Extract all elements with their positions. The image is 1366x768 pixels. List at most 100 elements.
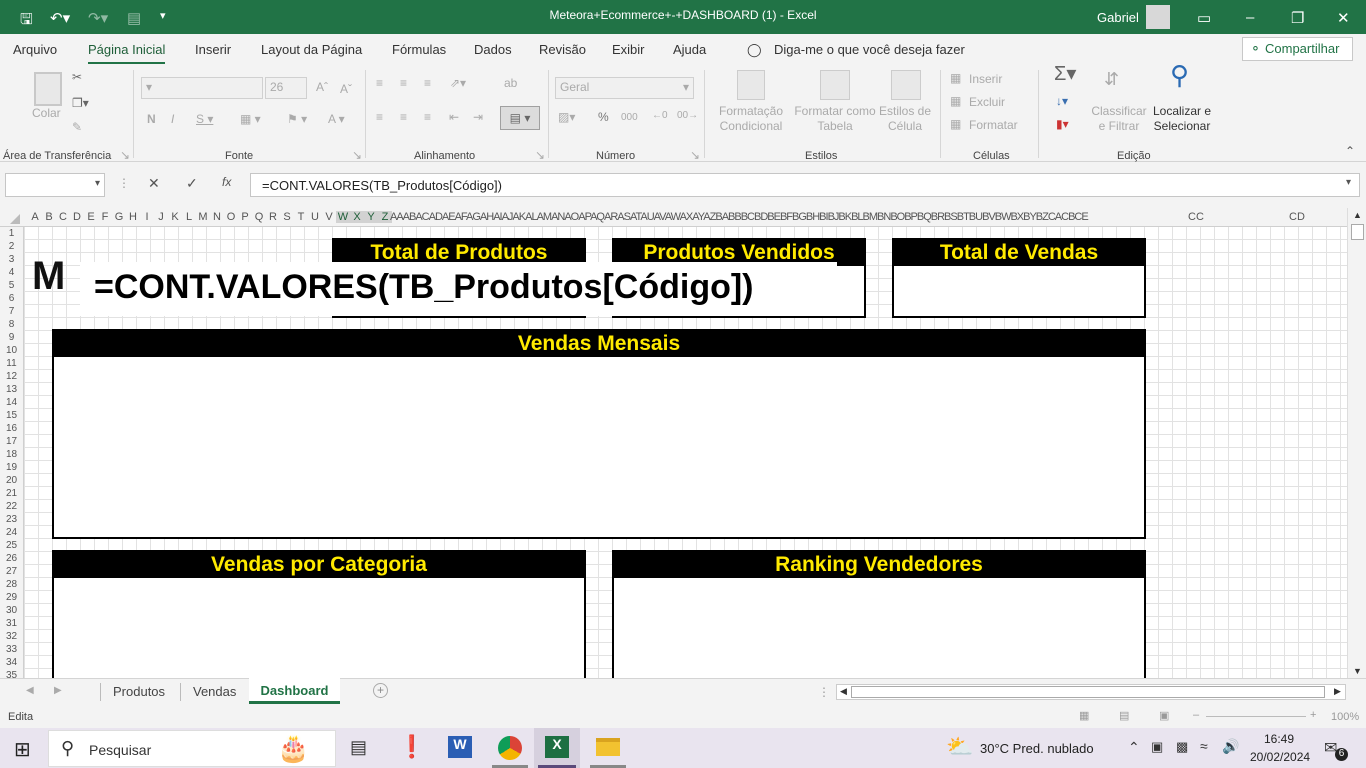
- row-header[interactable]: 26: [0, 552, 23, 565]
- align-bottom-icon[interactable]: ≡: [424, 76, 431, 91]
- word-icon[interactable]: W: [448, 736, 472, 758]
- alignment-launcher-icon[interactable]: ↘: [535, 148, 545, 163]
- column-header[interactable]: K: [168, 211, 182, 223]
- row-header[interactable]: 35: [0, 669, 23, 678]
- weather-icon[interactable]: ⛅: [946, 734, 973, 760]
- show-hidden-icons[interactable]: ⌃: [1128, 739, 1140, 756]
- row-header[interactable]: 22: [0, 500, 23, 513]
- delete-cells-icon[interactable]: ▦: [950, 94, 961, 109]
- percent-icon[interactable]: %: [598, 110, 609, 125]
- currency-icon[interactable]: ▨▾: [558, 110, 575, 125]
- hscroll-left-icon[interactable]: ◀: [840, 686, 847, 697]
- row-header[interactable]: 18: [0, 448, 23, 461]
- column-header[interactable]: R: [266, 211, 280, 223]
- row-header[interactable]: 14: [0, 396, 23, 409]
- row-header[interactable]: 9: [0, 331, 23, 344]
- next-sheet-icon[interactable]: ▶: [54, 685, 62, 696]
- vertical-scrollbar[interactable]: ▲ ▼: [1347, 208, 1366, 678]
- task-view-icon[interactable]: ▤: [350, 737, 367, 758]
- column-header[interactable]: T: [294, 211, 308, 223]
- italic-icon[interactable]: I: [171, 112, 174, 127]
- meet-icon[interactable]: ▩: [1176, 739, 1188, 755]
- orientation-icon[interactable]: ⇗▾: [450, 76, 466, 91]
- merge-center-icon[interactable]: ▤ ▾: [500, 106, 540, 130]
- clock-time[interactable]: 16:49: [1264, 732, 1294, 746]
- column-header[interactable]: F: [98, 211, 112, 223]
- font-launcher-icon[interactable]: ↘: [352, 148, 362, 163]
- volume-icon[interactable]: 🔊: [1222, 738, 1239, 755]
- tab-layout[interactable]: Layout da Página: [261, 42, 362, 57]
- card-vendas-mensais[interactable]: Vendas Mensais: [52, 329, 1146, 539]
- column-header[interactable]: H: [126, 211, 140, 223]
- row-header[interactable]: 19: [0, 461, 23, 474]
- align-middle-icon[interactable]: ≡: [400, 76, 407, 91]
- add-sheet-icon[interactable]: +: [373, 683, 388, 698]
- scroll-up-icon[interactable]: ▲: [1353, 210, 1362, 220]
- sheet-tab-vendas[interactable]: Vendas: [193, 684, 236, 699]
- close-icon[interactable]: ✕: [1337, 9, 1350, 27]
- expand-formula-icon[interactable]: ▾: [1346, 177, 1351, 188]
- file-explorer-icon[interactable]: [596, 738, 620, 756]
- row-header[interactable]: 29: [0, 591, 23, 604]
- row-header[interactable]: 20: [0, 474, 23, 487]
- chrome-icon[interactable]: [498, 736, 522, 760]
- number-format-select[interactable]: Geral ▾: [555, 77, 694, 99]
- grow-font-icon[interactable]: Aˆ: [316, 80, 328, 95]
- column-header[interactable]: I: [140, 211, 154, 223]
- cell-styles-button[interactable]: Estilos de Célula: [876, 104, 934, 134]
- scroll-thumb[interactable]: [1351, 224, 1364, 240]
- share-button[interactable]: ⚬ Compartilhar: [1242, 37, 1353, 61]
- conditional-format-icon[interactable]: [737, 70, 765, 100]
- sheet-tab-dashboard[interactable]: Dashboard: [249, 678, 340, 704]
- column-header-cc[interactable]: CC: [1188, 211, 1204, 223]
- delete-cells-button[interactable]: Excluir: [969, 95, 1005, 110]
- row-header[interactable]: 4: [0, 266, 23, 279]
- insert-cells-button[interactable]: Inserir: [969, 72, 1002, 87]
- align-center-icon[interactable]: ≡: [400, 110, 407, 125]
- card-ranking-vendedores[interactable]: Ranking Vendedores: [612, 550, 1146, 678]
- tab-dados[interactable]: Dados: [474, 42, 512, 57]
- page-break-icon[interactable]: ▣: [1159, 709, 1169, 722]
- taskbar-search[interactable]: ⚲ Pesquisar 🎂: [48, 730, 336, 767]
- row-header[interactable]: 32: [0, 630, 23, 643]
- scroll-down-icon[interactable]: ▼: [1353, 666, 1362, 676]
- cut-icon[interactable]: ✂: [72, 70, 82, 85]
- column-headers[interactable]: ABCDEFGHIJKLMNOPQRSTUVWXYZ AAABACADAEAFA…: [0, 208, 1347, 227]
- column-header[interactable]: U: [308, 211, 322, 223]
- row-header[interactable]: 24: [0, 526, 23, 539]
- hscroll-thumb[interactable]: [851, 686, 1325, 698]
- restore-icon[interactable]: ❐: [1291, 9, 1304, 27]
- increase-decimal-icon[interactable]: ←0: [652, 108, 668, 123]
- name-box-dropdown-icon[interactable]: ▾: [95, 178, 100, 189]
- increase-indent-icon[interactable]: ⇥: [473, 110, 483, 125]
- fill-color-icon[interactable]: ⚑ ▾: [287, 112, 307, 127]
- tell-me-search[interactable]: Diga-me o que você deseja fazer: [774, 42, 965, 57]
- row-header[interactable]: 10: [0, 344, 23, 357]
- column-header[interactable]: B: [42, 211, 56, 223]
- zoom-in-icon[interactable]: +: [1310, 709, 1316, 721]
- name-box[interactable]: ▾: [5, 173, 105, 197]
- number-launcher-icon[interactable]: ↘: [690, 148, 700, 163]
- row-header[interactable]: 13: [0, 383, 23, 396]
- zoom-slider[interactable]: [1206, 716, 1306, 717]
- row-header[interactable]: 23: [0, 513, 23, 526]
- column-header[interactable]: J: [154, 211, 168, 223]
- format-cells-icon[interactable]: ▦: [950, 117, 961, 132]
- row-header[interactable]: 1: [0, 227, 23, 240]
- tab-formulas[interactable]: Fórmulas: [392, 42, 446, 57]
- conditional-format-button[interactable]: Formatação Condicional: [710, 104, 792, 134]
- row-header[interactable]: 28: [0, 578, 23, 591]
- shrink-font-icon[interactable]: Aˇ: [340, 82, 352, 97]
- card-vendas-categoria[interactable]: Vendas por Categoria: [52, 550, 586, 678]
- underline-icon[interactable]: S ▾: [196, 112, 213, 127]
- column-header[interactable]: M: [196, 211, 210, 223]
- row-header[interactable]: 25: [0, 539, 23, 552]
- format-painter-icon[interactable]: ✎: [72, 120, 82, 135]
- borders-icon[interactable]: ▦ ▾: [240, 112, 261, 127]
- find-select-icon[interactable]: ⚲: [1170, 62, 1189, 88]
- column-header[interactable]: X: [350, 211, 364, 223]
- find-select-button[interactable]: Localizar e Selecionar: [1146, 104, 1218, 134]
- row-header[interactable]: 5: [0, 279, 23, 292]
- column-header[interactable]: G: [112, 211, 126, 223]
- hscroll-right-icon[interactable]: ▶: [1334, 686, 1341, 697]
